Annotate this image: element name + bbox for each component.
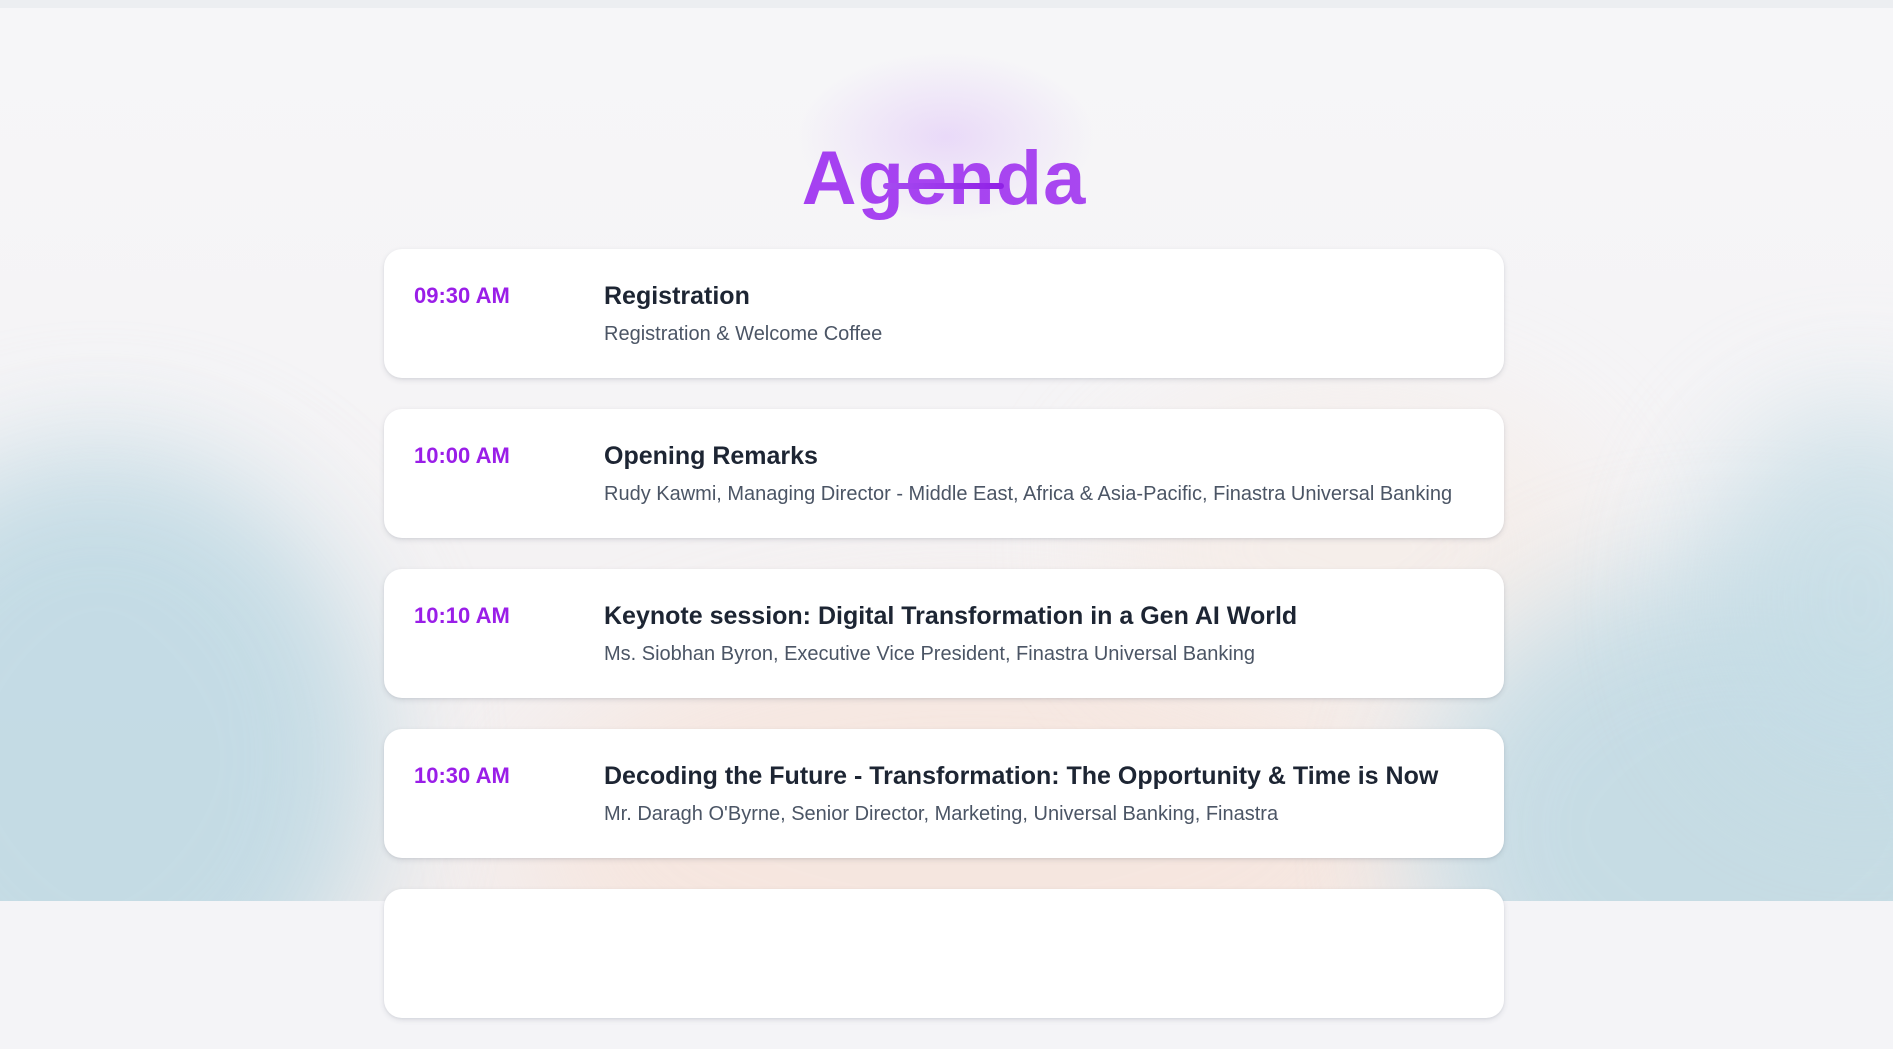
agenda-item-time: 10:30 AM — [414, 763, 510, 788]
agenda-item: 10:10 AM Keynote session: Digital Transf… — [384, 569, 1504, 698]
agenda-section: Agenda 09:30 AM Registration Registratio… — [0, 0, 1893, 1018]
agenda-item-title: Keynote session: Digital Transformation … — [604, 602, 1298, 630]
agenda-item-time: 10:10 AM — [414, 603, 510, 628]
agenda-item-subtitle: Mr. Daragh O'Byrne, Senior Director, Mar… — [604, 803, 1279, 825]
agenda-item-title: Opening Remarks — [604, 442, 818, 470]
title-underline — [883, 183, 1004, 189]
agenda-list: 09:30 AM Registration Registration & Wel… — [384, 249, 1504, 1049]
agenda-item-time: 10:00 AM — [414, 443, 510, 468]
agenda-item-subtitle: Registration & Welcome Coffee — [604, 323, 883, 345]
agenda-item-partial — [384, 889, 1504, 1018]
agenda-item: 10:30 AM Decoding the Future - Transform… — [384, 729, 1504, 858]
agenda-item-title: Decoding the Future - Transformation: Th… — [604, 762, 1439, 790]
agenda-item-title: Registration — [604, 282, 750, 310]
agenda-item: 09:30 AM Registration Registration & Wel… — [384, 249, 1504, 378]
agenda-item-time: 09:30 AM — [414, 283, 510, 308]
page-title: Agenda — [0, 131, 1888, 227]
agenda-item-subtitle: Rudy Kawmi, Managing Director - Middle E… — [604, 483, 1453, 505]
agenda-item: 10:00 AM Opening Remarks Rudy Kawmi, Man… — [384, 409, 1504, 538]
agenda-item-subtitle: Ms. Siobhan Byron, Executive Vice Presid… — [604, 643, 1256, 665]
